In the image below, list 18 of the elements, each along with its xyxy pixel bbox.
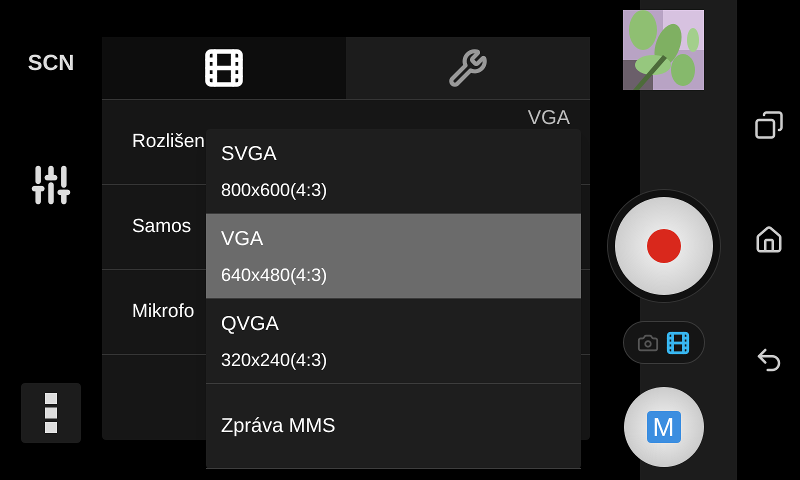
setting-label: Samos bbox=[132, 214, 192, 239]
dropdown-option[interactable]: Zpráva MMS bbox=[206, 384, 581, 469]
home-icon[interactable] bbox=[754, 225, 784, 255]
tab[interactable] bbox=[102, 37, 346, 99]
setting-label: Rozlišen bbox=[132, 130, 205, 154]
scene-label[interactable]: SCN bbox=[28, 46, 74, 79]
setting-value: VGA bbox=[528, 106, 570, 131]
more-icon bbox=[45, 393, 57, 433]
more-button[interactable] bbox=[21, 383, 81, 443]
dropdown-option[interactable]: VGA 640x480(4:3) bbox=[206, 214, 581, 299]
mode-switch[interactable] bbox=[622, 321, 704, 364]
tab[interactable] bbox=[346, 37, 590, 99]
wrench-icon bbox=[448, 48, 488, 88]
film-icon bbox=[202, 46, 246, 90]
setting-label: Mikrofo bbox=[132, 300, 194, 324]
sliders-icon[interactable] bbox=[29, 163, 73, 207]
recent-apps-icon[interactable] bbox=[754, 110, 784, 140]
dropdown-option[interactable]: QVGA 320x240(4:3) bbox=[206, 299, 581, 384]
